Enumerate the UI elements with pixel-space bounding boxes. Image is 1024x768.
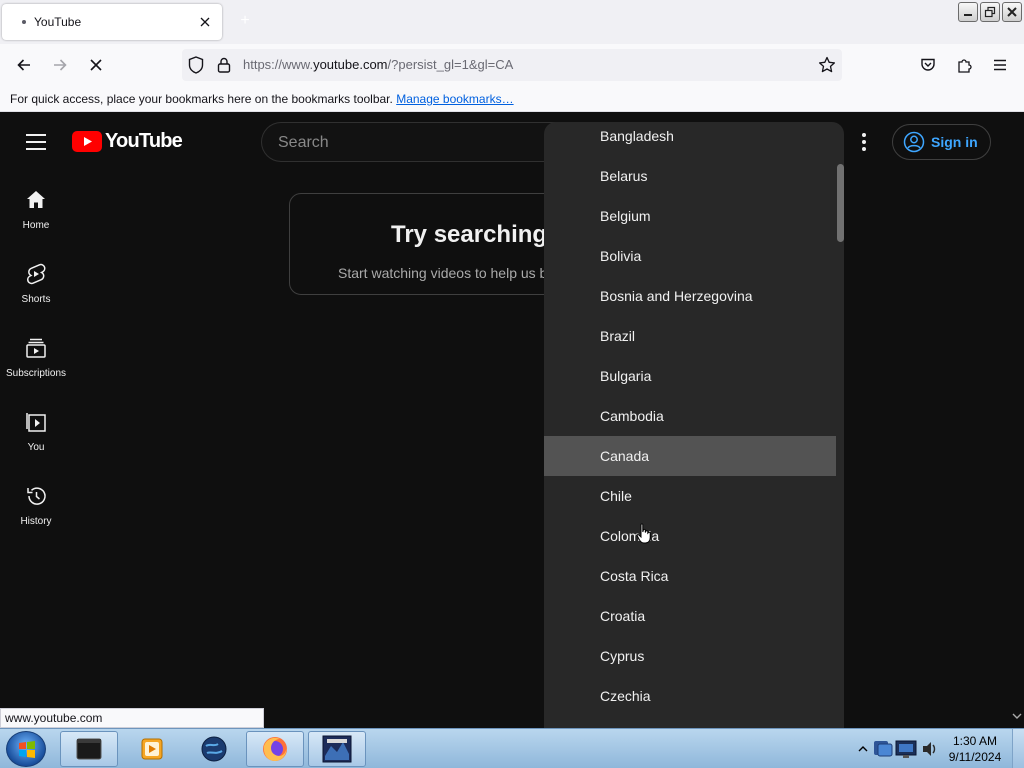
settings-more-icon[interactable] — [854, 130, 874, 154]
media-player-icon — [141, 738, 163, 760]
tab-youtube[interactable]: YouTube — [2, 4, 222, 40]
forward-arrow-icon — [47, 52, 73, 78]
window-controls — [958, 2, 1022, 22]
show-desktop-button[interactable] — [1012, 729, 1024, 768]
hand-pointer-cursor-icon — [636, 523, 651, 544]
show-hidden-icons-arrow-icon[interactable] — [858, 745, 868, 753]
country-option[interactable]: Chile — [544, 476, 836, 516]
stop-loading-icon[interactable] — [83, 52, 109, 78]
windows-logo-icon — [19, 741, 35, 758]
network-monitor-icon[interactable] — [894, 738, 920, 760]
taskbar-game-app[interactable] — [308, 731, 366, 767]
subscriptions-icon — [26, 338, 46, 358]
windows-taskbar: 1:30 AM 9/11/2024 — [0, 728, 1024, 768]
taskbar-media-player-app[interactable] — [124, 731, 180, 767]
guide-item-shorts[interactable]: Shorts — [0, 250, 72, 324]
you-icon — [26, 413, 46, 432]
youtube-logo-text: YouTube — [105, 130, 183, 152]
volume-speaker-icon[interactable] — [920, 738, 938, 760]
guide-item-subscriptions[interactable]: Subscriptions — [0, 324, 72, 398]
country-option[interactable]: Colombia — [544, 516, 836, 556]
minimize-window-icon[interactable] — [958, 2, 978, 22]
home-icon — [27, 191, 45, 208]
country-option[interactable]: Cyprus — [544, 636, 836, 676]
country-option[interactable]: Croatia — [544, 596, 836, 636]
system-tray — [858, 729, 940, 768]
dark-window-app-icon — [76, 738, 102, 760]
bookmarks-toolbar: For quick access, place your bookmarks h… — [0, 86, 1024, 112]
location-dropdown-menu[interactable]: DenmarkCzechiaCyprusCroatiaCosta RicaCol… — [544, 122, 844, 728]
sign-in-label: Sign in — [931, 134, 978, 150]
navigation-toolbar: https://www.youtube.com/?persist_gl=1&gl… — [0, 44, 1024, 86]
country-option[interactable]: Bosnia and Herzegovina — [544, 276, 836, 316]
guide-label-subscriptions: Subscriptions — [5, 368, 67, 379]
tab-loading-dot — [22, 20, 26, 24]
guide-label-history: History — [20, 516, 52, 527]
manage-bookmarks-link[interactable]: Manage bookmarks… — [396, 92, 513, 106]
tracking-shield-icon[interactable] — [188, 56, 204, 79]
tray-app-icon[interactable] — [872, 738, 894, 760]
guide-item-you[interactable]: You — [0, 398, 72, 472]
country-option[interactable]: Belarus — [544, 156, 836, 196]
tab-strip: YouTube + — [0, 0, 1024, 44]
tab-title: YouTube — [34, 15, 82, 29]
sign-in-button[interactable]: Sign in — [892, 124, 991, 160]
country-option[interactable]: Denmark — [544, 716, 836, 728]
close-window-icon[interactable] — [1002, 2, 1022, 22]
address-bar[interactable]: https://www.youtube.com/?persist_gl=1&gl… — [182, 49, 842, 81]
taskbar-firefox-app[interactable] — [246, 731, 304, 767]
back-arrow-icon[interactable] — [11, 52, 37, 78]
search-input[interactable]: Search — [261, 122, 581, 162]
start-orb-button[interactable] — [6, 731, 46, 767]
guide-item-history[interactable]: History — [0, 472, 72, 546]
clock-date: 9/11/2024 — [948, 750, 1002, 764]
url-text[interactable]: https://www.youtube.com/?persist_gl=1&gl… — [243, 57, 513, 72]
account-circle-icon — [903, 131, 925, 153]
shorts-icon — [26, 263, 46, 285]
globe-icon — [201, 736, 227, 762]
youtube-logo[interactable]: YouTube — [72, 130, 183, 153]
dropdown-scrollbar[interactable] — [836, 122, 844, 728]
youtube-play-logo-icon — [72, 131, 102, 152]
history-icon — [27, 487, 46, 505]
status-link-preview: www.youtube.com — [0, 708, 264, 728]
country-option[interactable]: Brazil — [544, 316, 836, 356]
country-option[interactable]: Czechia — [544, 676, 836, 716]
guide-item-home[interactable]: Home — [0, 176, 72, 250]
bookmark-star-icon[interactable] — [818, 56, 836, 79]
country-option[interactable]: Cambodia — [544, 396, 836, 436]
bookmarks-hint: For quick access, place your bookmarks h… — [10, 92, 393, 106]
taskbar-terminal-app[interactable] — [60, 731, 118, 767]
guide-label-home: Home — [22, 220, 50, 231]
tab-close-icon[interactable] — [194, 11, 216, 33]
guide-label-shorts: Shorts — [21, 294, 51, 305]
country-option[interactable]: Bolivia — [544, 236, 836, 276]
new-tab-plus-icon[interactable]: + — [236, 12, 254, 30]
taskbar-network-globe-app[interactable] — [186, 731, 242, 767]
guide-label-you: You — [27, 442, 45, 453]
clock-time: 1:30 AM — [952, 734, 998, 748]
country-option[interactable]: Costa Rica — [544, 556, 836, 596]
taskbar-clock[interactable]: 1:30 AM 9/11/2024 — [944, 733, 1006, 765]
extensions-puzzle-icon[interactable] — [951, 52, 977, 78]
app-menu-hamburger-icon[interactable] — [987, 52, 1013, 78]
guide-menu-icon[interactable] — [24, 130, 48, 154]
country-option[interactable]: Bangladesh — [544, 122, 836, 156]
country-option[interactable]: Bulgaria — [544, 356, 836, 396]
dropdown-scroll-thumb[interactable] — [837, 164, 844, 242]
youtube-page: YouTube Search Sign in Home Shorts Subsc… — [0, 112, 1024, 728]
firefox-icon — [263, 737, 287, 761]
game-cover-icon — [322, 735, 352, 763]
page-scroll-down-icon[interactable] — [1010, 712, 1024, 726]
country-option[interactable]: Canada — [544, 436, 836, 476]
search-placeholder: Search — [278, 134, 329, 151]
pocket-icon[interactable] — [915, 52, 941, 78]
country-option[interactable]: Belgium — [544, 196, 836, 236]
padlock-icon[interactable] — [217, 57, 231, 78]
restore-window-icon[interactable] — [980, 2, 1000, 22]
